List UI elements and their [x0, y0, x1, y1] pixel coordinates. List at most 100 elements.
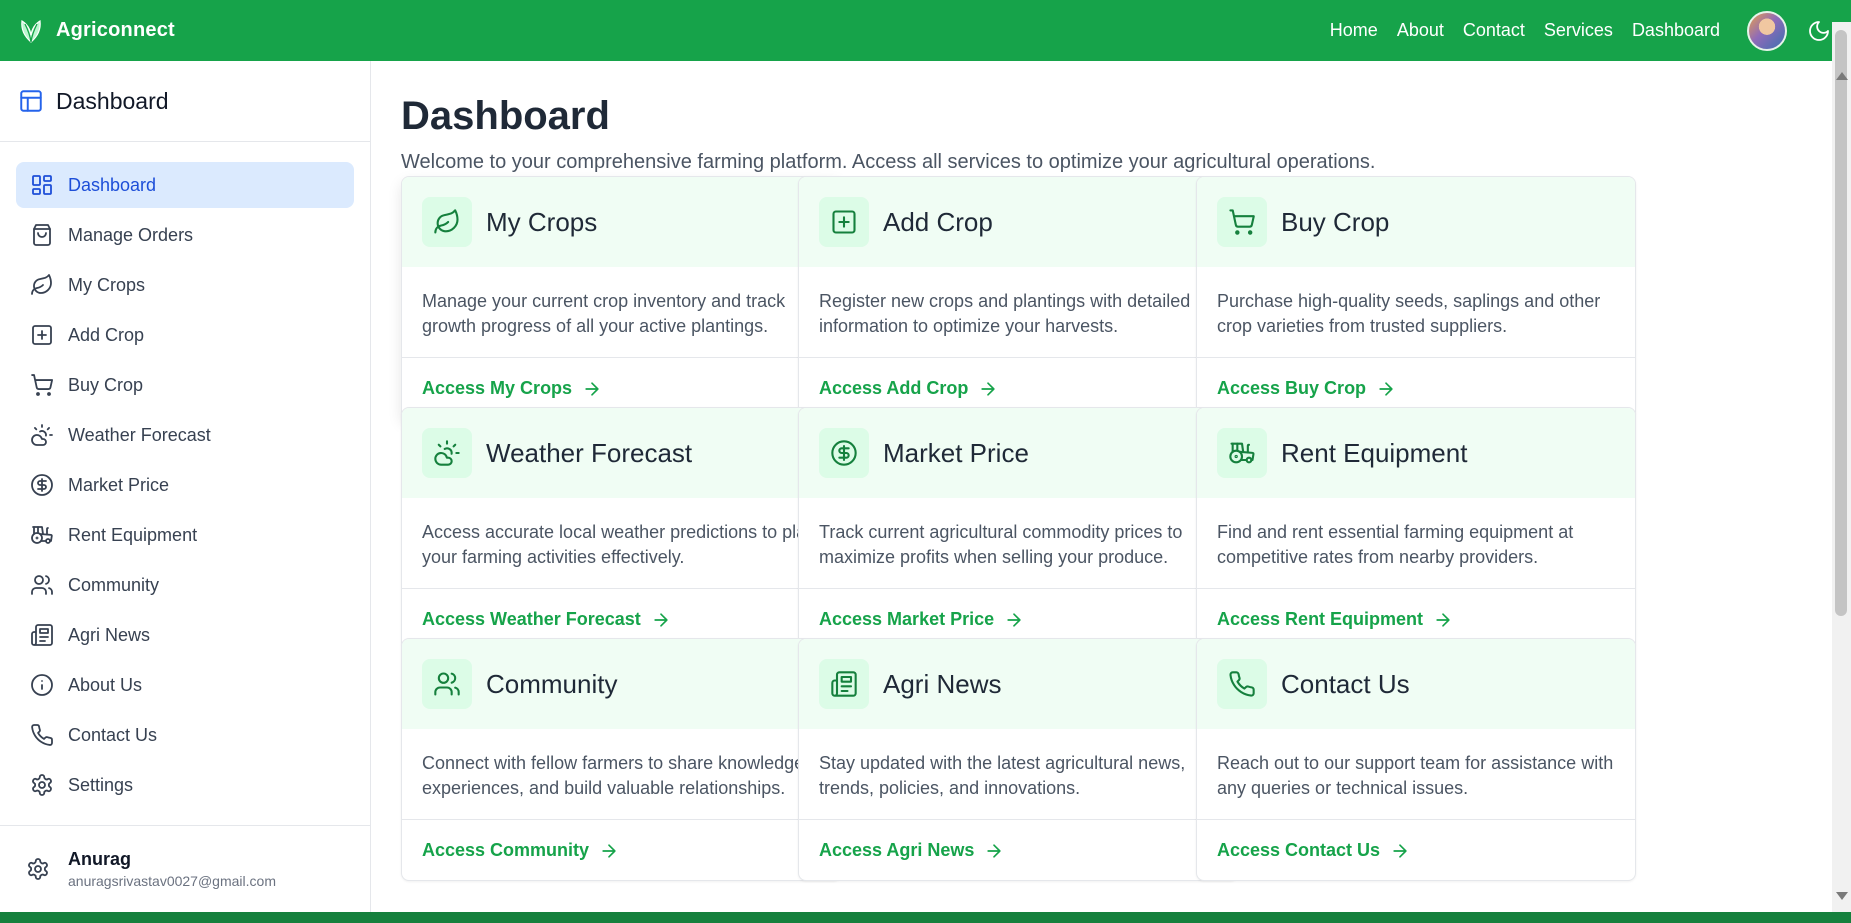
- card-title: Contact Us: [1281, 668, 1410, 699]
- info-icon: [31, 674, 53, 696]
- nav-link-contact[interactable]: Contact: [1463, 20, 1525, 41]
- user-info: Anurag anuragsrivastav0027@gmail.com: [68, 849, 276, 889]
- sidebar-item-market-price[interactable]: Market Price: [16, 462, 354, 508]
- arrow-right-icon[interactable]: [651, 610, 671, 630]
- card-buy-crop[interactable]: Buy Crop Purchase high-quality seeds, sap…: [1196, 176, 1636, 419]
- card-title: Community: [486, 668, 618, 699]
- sidebar-item-label: Rent Equipment: [68, 524, 198, 545]
- card-description: Manage your current crop inventory and t…: [402, 267, 840, 358]
- nav-link-dashboard[interactable]: Dashboard: [1632, 20, 1720, 41]
- card-icon-box: [1217, 659, 1267, 709]
- card-footer: Access Contact Us: [1197, 820, 1635, 880]
- card-contact-us[interactable]: Contact Us Reach out to our support team …: [1196, 638, 1636, 881]
- card-my-crops[interactable]: My Crops Manage your current crop invento…: [401, 176, 841, 419]
- sidebar-item-buy-crop[interactable]: Buy Crop: [16, 362, 354, 408]
- arrow-right-icon[interactable]: [1376, 379, 1396, 399]
- users-icon: [434, 672, 460, 696]
- cloud-sun-icon: [434, 440, 460, 466]
- nav-link-about[interactable]: About: [1397, 20, 1444, 41]
- card-market-price[interactable]: Market Price Track current agricultural c…: [798, 407, 1238, 650]
- sidebar-item-label: Dashboard: [68, 174, 157, 195]
- card-icon-box: [422, 197, 472, 247]
- sidebar-item-label: Add Crop: [68, 324, 145, 345]
- sidebar-item-label: Manage Orders: [68, 224, 194, 245]
- brand-name: Agriconnect: [56, 19, 175, 41]
- arrow-right-icon[interactable]: [1433, 610, 1453, 630]
- card-header: Add Crop: [799, 177, 1237, 267]
- arrow-right-icon[interactable]: [978, 379, 998, 399]
- card-access-link[interactable]: Access Community: [422, 840, 589, 861]
- brand[interactable]: Agriconnect: [18, 18, 175, 44]
- card-title: Market Price: [883, 437, 1029, 468]
- sidebar-item-my-crops[interactable]: My Crops: [16, 262, 354, 308]
- card-access-link[interactable]: Access Contact Us: [1217, 840, 1380, 861]
- shopping-bag-icon: [33, 224, 51, 246]
- nav-link-services[interactable]: Services: [1544, 20, 1613, 41]
- page-scrollbar[interactable]: [1832, 22, 1851, 912]
- card-footer: Access Agri News: [799, 820, 1237, 880]
- card-access-link[interactable]: Access Add Crop: [819, 378, 968, 399]
- scrollbar-thumb[interactable]: [1835, 30, 1847, 616]
- card-footer: Access Community: [402, 820, 840, 880]
- sidebar-item-manage-orders[interactable]: Manage Orders: [16, 212, 354, 258]
- card-access-link[interactable]: Access Agri News: [819, 840, 974, 861]
- card-icon-box: [1217, 428, 1267, 478]
- scroll-up-arrow[interactable]: [1836, 72, 1848, 80]
- card-description: Register new crops and plantings with de…: [799, 267, 1237, 358]
- card-access-link[interactable]: Access Rent Equipment: [1217, 609, 1423, 630]
- gear-icon: [28, 858, 48, 880]
- card-header: Community: [402, 639, 840, 729]
- leaf-logo-icon: [21, 19, 41, 43]
- card-access-link[interactable]: Access Buy Crop: [1217, 378, 1366, 399]
- arrow-right-icon[interactable]: [599, 841, 619, 861]
- sidebar-item-about-us[interactable]: About Us: [16, 662, 354, 708]
- card-header: Contact Us: [1197, 639, 1635, 729]
- card-agri-news[interactable]: Agri News Stay updated with the latest ag…: [798, 638, 1238, 881]
- card-add-crop[interactable]: Add Crop Register new crops and plantings…: [798, 176, 1238, 419]
- users-icon: [31, 575, 53, 595]
- scroll-down-arrow[interactable]: [1836, 892, 1848, 900]
- arrow-right-icon[interactable]: [1004, 610, 1024, 630]
- dollar-circle-icon: [31, 474, 53, 496]
- dollar-circle-icon: [831, 440, 857, 466]
- gear-icon[interactable]: [26, 857, 50, 881]
- sidebar-item-add-crop[interactable]: Add Crop: [16, 312, 354, 358]
- sidebar-user[interactable]: Anurag anuragsrivastav0027@gmail.com: [0, 825, 370, 912]
- arrow-right-icon[interactable]: [1390, 841, 1410, 861]
- card-access-link[interactable]: Access Weather Forecast: [422, 609, 641, 630]
- card-icon-box: [819, 659, 869, 709]
- sidebar-item-label: Buy Crop: [68, 374, 144, 395]
- phone-icon: [1229, 671, 1255, 697]
- card-icon-box: [1217, 197, 1267, 247]
- gear-icon: [32, 774, 52, 796]
- arrow-right-icon[interactable]: [984, 841, 1004, 861]
- leaf-icon: [434, 209, 459, 234]
- page-title: Dashboard: [401, 94, 610, 138]
- sidebar-item-settings[interactable]: Settings: [16, 762, 354, 808]
- card-community[interactable]: Community Connect with fellow farmers to …: [401, 638, 841, 881]
- card-description: Connect with fellow farmers to share kno…: [402, 729, 840, 820]
- newspaper-icon: [31, 624, 53, 646]
- sidebar-item-agri-news[interactable]: Agri News: [16, 612, 354, 658]
- sidebar-item-label: Community: [68, 574, 160, 595]
- plus-square-icon: [32, 325, 52, 345]
- arrow-right-icon[interactable]: [582, 379, 602, 399]
- card-icon-box: [819, 197, 869, 247]
- sidebar-item-rent-equipment[interactable]: Rent Equipment: [16, 512, 354, 558]
- card-weather-forecast[interactable]: Weather Forecast Access accurate local we…: [401, 407, 841, 650]
- card-title: Agri News: [883, 668, 1002, 699]
- card-access-link[interactable]: Access My Crops: [422, 378, 572, 399]
- sidebar-item-community[interactable]: Community: [16, 562, 354, 608]
- nav-link-home[interactable]: Home: [1330, 20, 1378, 41]
- sidebar-header: Dashboard: [0, 61, 370, 142]
- newspaper-icon: [831, 671, 857, 697]
- sidebar-item-contact-us[interactable]: Contact Us: [16, 712, 354, 758]
- card-rent-equipment[interactable]: Rent Equipment Find and rent essential fa…: [1196, 407, 1636, 650]
- theme-toggle[interactable]: [1805, 17, 1833, 45]
- card-header: Buy Crop: [1197, 177, 1635, 267]
- sidebar-item-dashboard[interactable]: Dashboard: [16, 162, 354, 208]
- avatar[interactable]: [1747, 10, 1787, 51]
- sidebar-item-weather-forecast[interactable]: Weather Forecast: [16, 412, 354, 458]
- sidebar-item-label: About Us: [68, 674, 143, 695]
- card-access-link[interactable]: Access Market Price: [819, 609, 994, 630]
